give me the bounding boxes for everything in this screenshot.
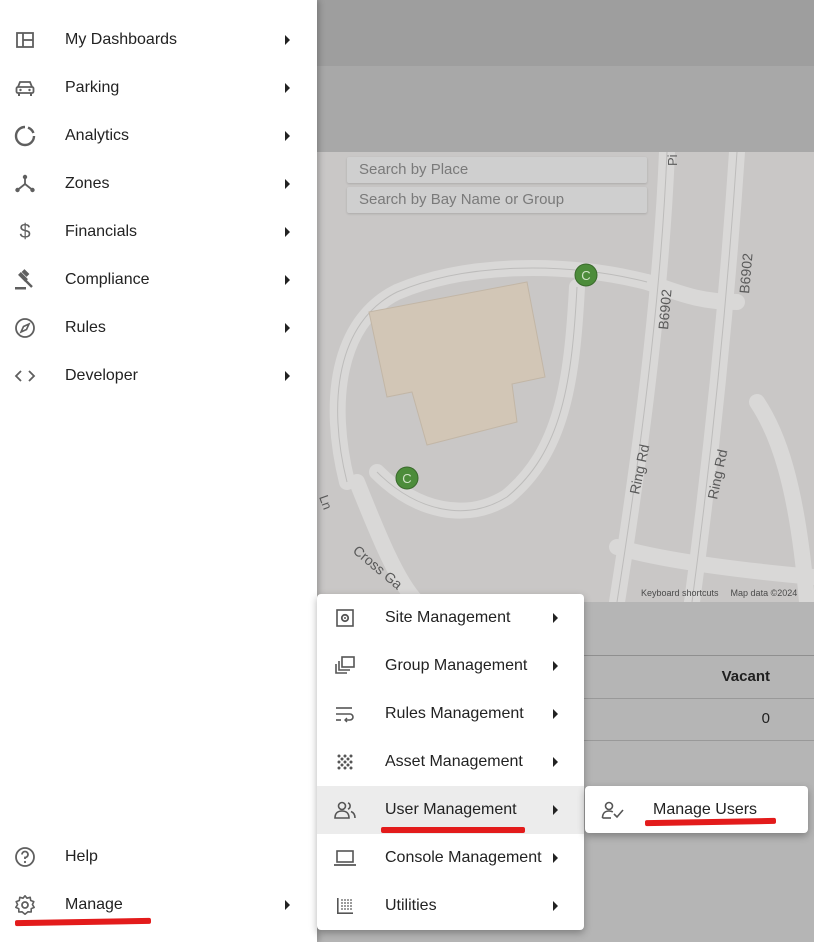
grid-dots-icon [333, 894, 357, 918]
nav-label: My Dashboards [65, 31, 178, 48]
chevron-right-icon [553, 901, 558, 911]
chevron-right-icon [285, 179, 290, 189]
nav-item-compliance[interactable]: Compliance [0, 256, 317, 304]
user-management-submenu: Manage Users [585, 786, 808, 833]
road-label: Ln [317, 493, 335, 512]
menu-item-utilities[interactable]: Utilities [317, 882, 584, 930]
library-icon [333, 654, 357, 678]
chevron-right-icon [285, 323, 290, 333]
map-view[interactable]: C C B6902 B6902 Ring Rd Ring Rd Cross Ga… [317, 152, 814, 602]
menu-item-label: Manage Users [653, 800, 758, 818]
nav-item-zones[interactable]: Zones [0, 160, 317, 208]
menu-item-site-management[interactable]: Site Management [317, 594, 584, 642]
nav-label: Rules [65, 319, 106, 336]
cell-vacant-value: 0 [761, 710, 770, 727]
nav-label: Compliance [65, 271, 150, 288]
menu-item-label: User Management [385, 801, 517, 818]
highlight-underline-user-management [381, 827, 525, 833]
map-attribution: Keyboard shortcuts Map data ©2024 [641, 588, 809, 598]
gear-icon [14, 894, 36, 916]
chevron-right-icon [285, 275, 290, 285]
hub-icon [14, 173, 36, 195]
nav-item-my-dashboards[interactable]: My Dashboards [0, 16, 317, 64]
road-label: B6902 [736, 252, 755, 294]
nav-label: Zones [65, 175, 110, 192]
person-check-icon [601, 798, 625, 822]
road-label: B6902 [655, 288, 674, 330]
settings-box-icon [333, 606, 357, 630]
manage-submenu: Site Management Group Management Rules M… [317, 594, 584, 930]
menu-item-label: Console Management [385, 849, 542, 866]
chevron-right-icon [285, 83, 290, 93]
chevron-right-icon [285, 371, 290, 381]
chevron-right-icon [285, 227, 290, 237]
menu-item-label: Rules Management [385, 705, 524, 722]
nav-item-parking[interactable]: Parking [0, 64, 317, 112]
map-marker-label: C [402, 471, 411, 486]
road-label: Pi [665, 154, 680, 166]
nav-item-developer[interactable]: Developer [0, 352, 317, 400]
dollar-icon: $ [19, 220, 31, 243]
nav-label: Developer [65, 367, 138, 384]
chevron-right-icon [553, 709, 558, 719]
chevron-right-icon [553, 805, 558, 815]
menu-item-console-management[interactable]: Console Management [317, 834, 584, 882]
nav-label: Manage [65, 896, 123, 913]
nav-item-financials[interactable]: $ Financials [0, 208, 317, 256]
map-data-credit: Map data ©2024 [730, 588, 798, 598]
donut-icon [14, 125, 36, 147]
laptop-icon [333, 846, 357, 870]
nav-item-analytics[interactable]: Analytics [0, 112, 317, 160]
menu-item-asset-management[interactable]: Asset Management [317, 738, 584, 786]
column-header-vacant[interactable]: Vacant [722, 668, 770, 685]
menu-item-rules-management[interactable]: Rules Management [317, 690, 584, 738]
menu-item-label: Group Management [385, 657, 528, 674]
menu-item-manage-users[interactable]: Manage Users [585, 786, 808, 833]
nav-label: Financials [65, 223, 138, 240]
nav-label: Help [65, 848, 98, 865]
wrap-text-icon [333, 702, 357, 726]
code-icon [14, 365, 36, 387]
nav-item-rules[interactable]: Rules [0, 304, 317, 352]
navigation-drawer: My Dashboards Parking Analytics Zones $ … [0, 0, 317, 942]
chevron-right-icon [285, 35, 290, 45]
keyboard-shortcuts-link[interactable]: Keyboard shortcuts [641, 588, 719, 598]
menu-item-group-management[interactable]: Group Management [317, 642, 584, 690]
search-bay-input[interactable]: Search by Bay Name or Group [347, 187, 647, 213]
chevron-right-icon [553, 661, 558, 671]
chevron-right-icon [553, 757, 558, 767]
search-place-input[interactable]: Search by Place [347, 157, 647, 183]
dashboard-icon [14, 29, 36, 51]
chevron-right-icon [553, 853, 558, 863]
map-marker-label: C [581, 268, 590, 283]
nav-item-help[interactable]: Help [0, 833, 317, 881]
compass-icon [14, 317, 36, 339]
gavel-icon [14, 269, 36, 291]
dots-grid-icon [333, 750, 357, 774]
help-icon [14, 846, 36, 868]
map-roads: C C B6902 B6902 Ring Rd Ring Rd Cross Ga… [317, 152, 814, 602]
car-icon [14, 77, 36, 99]
people-icon [333, 798, 357, 822]
menu-item-label: Site Management [385, 609, 511, 626]
nav-label: Parking [65, 79, 120, 96]
chevron-right-icon [553, 613, 558, 623]
chevron-right-icon [285, 131, 290, 141]
road-label: Ring Rd [626, 443, 652, 496]
menu-item-label: Asset Management [385, 753, 523, 770]
menu-item-label: Utilities [385, 897, 437, 914]
chevron-right-icon [285, 900, 290, 910]
nav-label: Analytics [65, 127, 130, 144]
